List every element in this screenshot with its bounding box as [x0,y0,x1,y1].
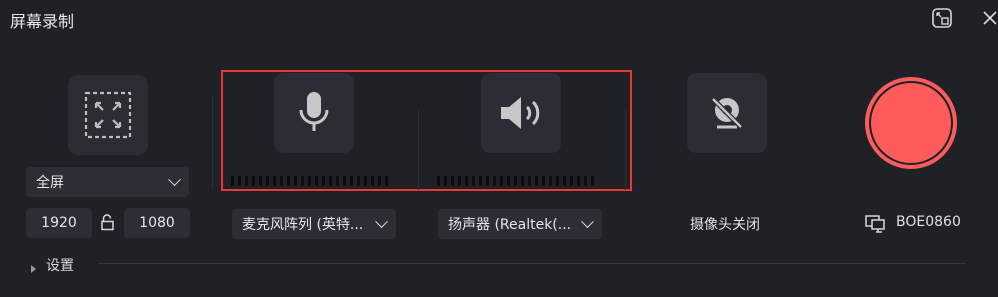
divider [418,110,419,190]
width-input[interactable]: 1920 [26,208,92,238]
record-button[interactable] [865,77,957,169]
settings-toggle[interactable]: 设置 [46,255,74,275]
divider [212,95,213,190]
monitor-icon [864,214,886,234]
microphone-device-label: 麦克风阵列 (英特... [242,217,364,233]
speaker-dropdown[interactable]: 扬声器 (Realtek(... [438,209,602,239]
microphone-dropdown[interactable]: 麦克风阵列 (英特... [232,209,396,239]
speaker-toggle[interactable] [481,73,561,153]
window-title: 屏幕录制 [10,12,75,31]
speaker-icon [501,97,540,129]
height-input[interactable]: 1080 [124,208,190,238]
fullscreen-region-button[interactable] [68,75,148,155]
caret-right-icon[interactable] [30,259,38,273]
chevron-down-icon [375,214,388,228]
chevron-down-icon [581,214,594,228]
speaker-device-label: 扬声器 (Realtek(... [448,217,572,233]
speaker-level-meter [437,176,594,186]
microphone-toggle[interactable] [274,73,354,153]
monitor-name[interactable]: BOE0860 [896,214,961,230]
pip-icon[interactable] [930,6,954,30]
microphone-icon [299,92,329,131]
camera-off-icon [711,97,743,129]
region-dropdown[interactable]: 全屏 [26,167,189,197]
fullscreen-region-icon [84,91,132,139]
record-icon [869,81,953,165]
microphone-level-meter [231,176,388,186]
divider [98,263,966,264]
chevron-down-icon [168,172,181,186]
region-dropdown-value: 全屏 [36,175,64,191]
camera-toggle[interactable] [687,73,767,153]
divider [625,110,626,190]
close-icon[interactable] [978,6,998,30]
lock-ratio-icon[interactable] [100,214,116,232]
camera-status-label[interactable]: 摄像头关闭 [690,214,760,234]
